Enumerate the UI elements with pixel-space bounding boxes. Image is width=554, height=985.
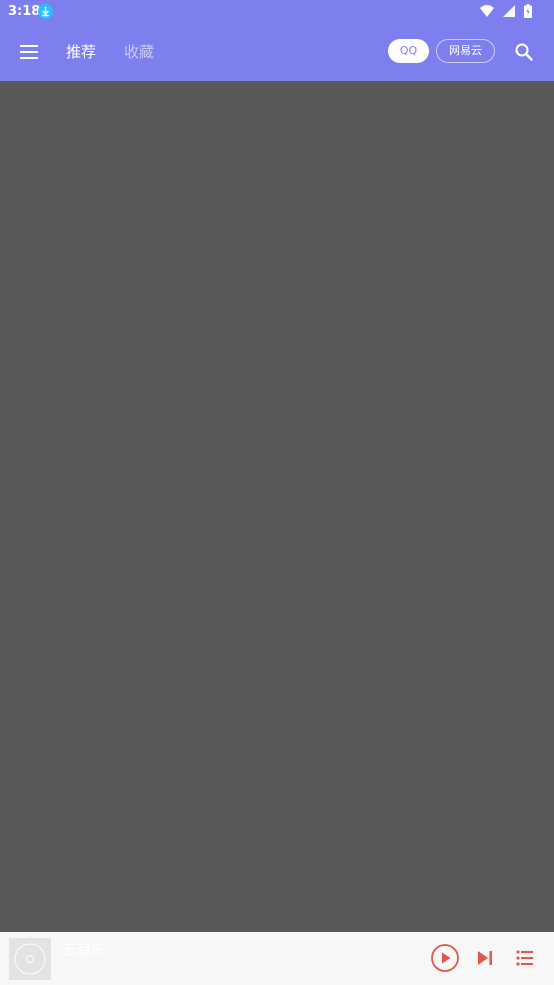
search-icon[interactable] [514,42,534,62]
menu-icon[interactable] [18,40,42,64]
download-icon [38,4,53,19]
disc-icon [14,943,46,975]
track-title: 云音乐 [63,943,105,959]
playlist-icon [516,950,533,966]
wifi-icon [479,5,494,17]
status-bar: 3:18 [0,0,554,24]
next-button[interactable] [475,948,495,968]
signal-icon [502,5,515,17]
app-toolbar: 推荐 收藏 QQ 网易云 [0,24,554,81]
tab-recommend[interactable]: 推荐 [66,41,96,63]
content-area [0,81,554,932]
source-netease-chip[interactable]: 网易云 [436,39,495,63]
status-time: 3:18 [8,4,41,19]
battery-icon [524,4,532,18]
status-icons [476,4,532,20]
play-button[interactable] [430,943,460,973]
album-cover[interactable] [9,938,51,980]
source-qq-chip[interactable]: QQ [388,39,429,63]
tab-favorites[interactable]: 收藏 [124,41,154,63]
play-icon [431,944,459,972]
skip-next-icon [478,951,492,965]
mini-player[interactable]: 云音乐 [0,932,554,985]
playlist-button[interactable] [515,949,535,969]
